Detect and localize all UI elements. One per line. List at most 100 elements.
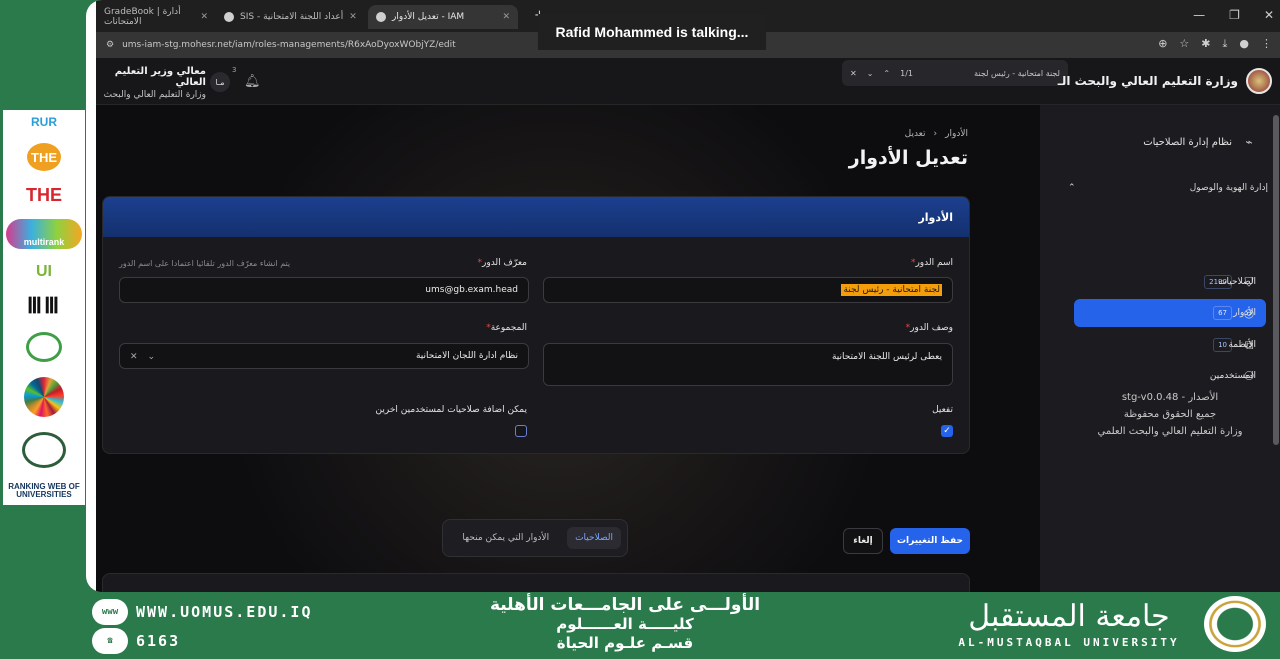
allow-grant-checkbox[interactable] (515, 425, 527, 437)
role-id-label: معرّف الدور* (477, 258, 527, 268)
sidebar-item-systems[interactable]: ⧉ الأنظمة 10 (1074, 331, 1266, 359)
site-info-icon[interactable]: ⚙ (106, 40, 114, 50)
role-desc-textarea[interactable]: يعطى لرئيس اللجنة الامتحانية (543, 343, 953, 386)
group-label: المجموعة* (486, 323, 527, 333)
star-icon[interactable]: ☆ (1179, 37, 1189, 51)
chevron-up-icon: ⌃ (1068, 183, 1076, 193)
chevron-down-icon[interactable]: ⌄ (867, 69, 874, 78)
find-count: 1/1 (900, 68, 913, 78)
role-name-label: اسم الدور* (910, 258, 953, 268)
university-name-en: AL-MUSTAQBAL UNIVERSITY (958, 636, 1180, 649)
top-left-strip (0, 0, 96, 110)
multirank-logo: multirank (6, 219, 82, 249)
sidebar-system-label: نظام إدارة الصلاحيات (1143, 136, 1232, 148)
sidebar-group-label: إدارة الهوية والوصول (1189, 183, 1268, 193)
page-title: تعديل الأدوار (848, 147, 968, 169)
ministry-logo (1246, 68, 1272, 94)
ranking-logos-panel: RUR THE THE multirank UI ⅢⅢ RANKING WEB … (3, 110, 85, 505)
restore-icon[interactable]: ❐ (1229, 8, 1240, 22)
user-role: وزارة التعليم العالي والبحث (103, 90, 206, 100)
website-line: www WWW.UOMUS.EDU.IQ (92, 599, 313, 625)
close-find-icon[interactable]: ✕ (850, 69, 857, 78)
close-window-icon[interactable]: ✕ (1264, 8, 1274, 22)
university-name: جامعة المستقبل AL-MUSTAQBAL UNIVERSITY (944, 598, 1194, 649)
breadcrumb-roles[interactable]: الأدوار (945, 129, 968, 139)
slogan-line-1: الأولـــى على الجامـــعات الأهلية (489, 595, 761, 615)
avatar[interactable]: مـا (210, 72, 230, 92)
allow-grant-label: يمكن اضافة صلاحيات لمستخدمين اخرين (375, 405, 528, 415)
sidebar-item-label: الأنظمة (1228, 340, 1256, 350)
sidebar-item-permissions[interactable]: ⛉ الصلاحيات 2190 (1074, 268, 1266, 296)
browser-tab[interactable]: SIS - أعداد اللجنة الامتحانية ✕ (216, 5, 366, 29)
rur-logo: RUR (31, 115, 57, 129)
version-text: الأصدار - stg-v0.0.48 (1121, 392, 1219, 403)
sidebar-item-label: الأدوار (1233, 308, 1256, 318)
select-controls: ⌄ ✕ (130, 352, 155, 362)
clear-icon[interactable]: ✕ (130, 352, 138, 362)
minimize-icon[interactable]: — (1193, 8, 1205, 22)
sidebar-system[interactable]: ⌁ نظام إدارة الصلاحيات (1143, 135, 1256, 149)
sidebar: ⌁ نظام إدارة الصلاحيات إدارة الهوية والو… (1040, 105, 1280, 592)
sidebar-item-users[interactable]: ⚇ المستخدمين (1074, 362, 1266, 390)
tab-permissions[interactable]: الصلاحيات (567, 527, 621, 549)
role-name-field[interactable]: لجنة امتحانية - رئيس لجنة (543, 277, 953, 303)
group-select[interactable]: نظام ادارة اللجان الامتحانية ⌄ ✕ (119, 343, 529, 369)
chevron-down-icon[interactable]: ⌄ (148, 352, 156, 362)
role-id-value: ums@gb.exam.head (425, 285, 518, 295)
globe-icon: www (92, 599, 128, 625)
university-footer: www WWW.UOMUS.EDU.IQ ☎ 6163 الأولـــى عل… (0, 592, 1280, 659)
sidebar-group[interactable]: إدارة الهوية والوصول ⌃ (1068, 183, 1268, 193)
close-icon[interactable]: ✕ (349, 12, 357, 22)
the-impact-logo: THE (26, 185, 62, 205)
sidebar-item-label: الصلاحيات (1218, 277, 1256, 287)
role-form-card: الأدوار اسم الدور* لجنة امتحانية - رئيس … (102, 196, 970, 454)
cancel-button[interactable]: إلغاء (843, 528, 883, 554)
tab-grantable-roles[interactable]: الأدوار التي يمكن منحها (454, 527, 557, 549)
favicon-icon (224, 12, 234, 22)
find-input[interactable]: لجنة امتحانية - رئيس لجنة (923, 69, 1060, 78)
card-title: الأدوار (103, 197, 969, 237)
slogan-line-2: كليـــــة العــــــلوم (556, 615, 694, 633)
download-icon[interactable]: ⤓ (1223, 37, 1228, 51)
scrollbar[interactable] (1273, 115, 1279, 445)
bell-icon[interactable]: 🔔︎ (244, 74, 261, 89)
find-bar: ✕ ⌄ ⌃ 1/1 لجنة امتحانية - رئيس لجنة (842, 60, 1068, 86)
browser-tab[interactable]: GradeBook | أدارة الامتحانات ✕ (96, 5, 216, 29)
university-seal (1204, 596, 1266, 652)
zoom-icon[interactable]: ⊕ (1158, 37, 1167, 51)
screen: GradeBook | أدارة الامتحانات ✕ SIS - أعد… (86, 0, 1280, 592)
speaker-notification: Rafid Mohammed is talking... (538, 14, 766, 50)
tab-title: SIS - أعداد اللجنة الامتحانية (240, 12, 344, 22)
browser-tab-active[interactable]: تعديل الأدوار - IAM ✕ (368, 5, 518, 29)
rights-text: جميع الحقوق محفوظة (1123, 409, 1217, 420)
phone-text: 6163 (136, 632, 181, 650)
brand[interactable]: وزارة التعليم العالي والبحث الـ (1058, 68, 1272, 94)
arab-engineers-logo (22, 432, 66, 468)
sdg-logo (24, 377, 64, 417)
chevron-left-icon: ‹ (933, 129, 938, 139)
profile-icon[interactable]: ● (1239, 37, 1249, 51)
ministry-text: وزارة التعليم العالي والبحث العلمي (1097, 426, 1243, 437)
sidebar-item-roles[interactable]: ◎ الأدوار 67 (1074, 299, 1266, 327)
user-info[interactable]: معالي وزير التعليم العالي وزارة التعليم … (96, 66, 206, 100)
breadcrumb-edit: تعديل (904, 129, 926, 139)
university-name-ar: جامعة المستقبل (968, 599, 1170, 634)
menu-icon[interactable]: ⋮ (1261, 37, 1272, 51)
chevron-up-icon[interactable]: ⌃ (883, 69, 890, 78)
favicon-icon (376, 12, 386, 22)
greenmetric-logo: UI (36, 263, 52, 280)
extension-icon[interactable]: ✱ (1201, 37, 1210, 51)
slogan-line-3: قسـم علـوم الحياة (556, 634, 694, 652)
user-name: معالي وزير التعليم العالي (114, 66, 206, 88)
save-button[interactable]: حفظ التغييرات (890, 528, 970, 554)
active-checkbox[interactable]: ✓ (941, 425, 953, 437)
app-header: معالي وزير التعليم العالي وزارة التعليم … (96, 58, 1280, 105)
website-text: WWW.UOMUS.EDU.IQ (136, 603, 313, 621)
close-icon[interactable]: ✕ (502, 12, 510, 22)
app-window: معالي وزير التعليم العالي وزارة التعليم … (96, 58, 1280, 592)
role-id-field[interactable]: ums@gb.exam.head (119, 277, 529, 303)
breadcrumb: الأدوار ‹ تعديل (905, 129, 968, 139)
notification-badge: 3 (232, 66, 237, 74)
close-icon[interactable]: ✕ (200, 12, 208, 22)
chart-icon: ⌁ (1245, 135, 1253, 149)
